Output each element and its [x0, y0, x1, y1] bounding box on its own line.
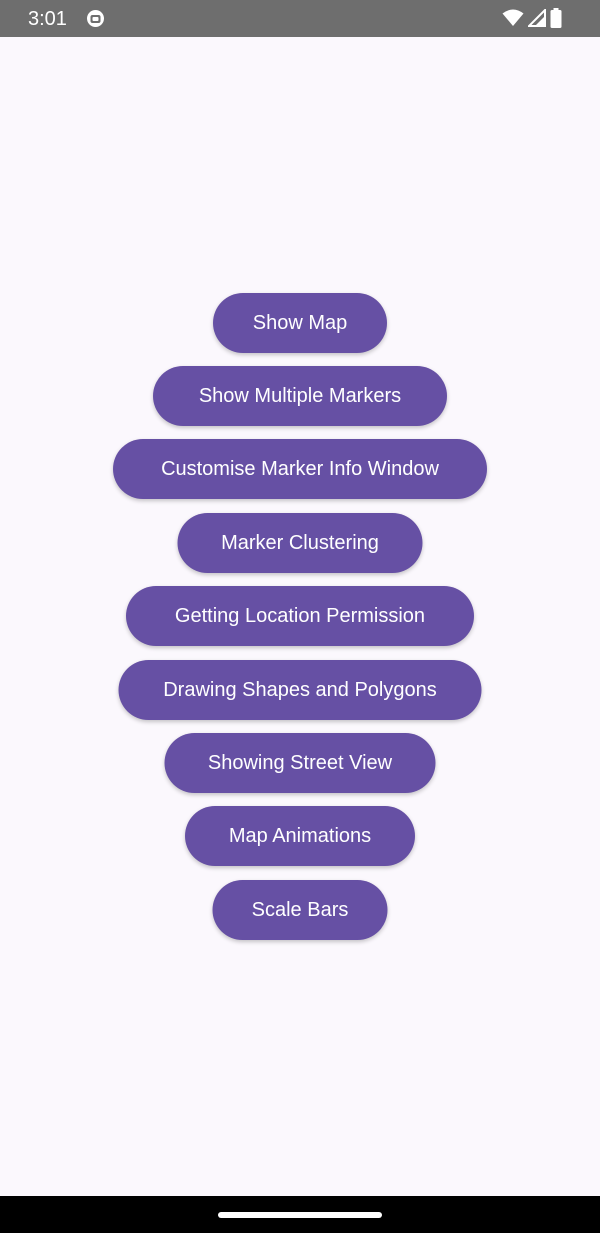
- getting-location-permission-button[interactable]: Getting Location Permission: [126, 586, 474, 646]
- home-gesture-handle[interactable]: [218, 1212, 382, 1218]
- status-icons: [502, 7, 562, 29]
- scale-bars-button[interactable]: Scale Bars: [212, 880, 388, 940]
- marker-clustering-button[interactable]: Marker Clustering: [177, 513, 423, 573]
- battery-icon: [550, 8, 562, 28]
- app-notification-icon: [86, 9, 105, 28]
- cellular-signal-icon: [528, 9, 546, 27]
- status-time: 3:01: [28, 8, 67, 30]
- customise-marker-info-window-button[interactable]: Customise Marker Info Window: [113, 439, 487, 499]
- showing-street-view-button[interactable]: Showing Street View: [164, 733, 436, 793]
- drawing-shapes-and-polygons-button[interactable]: Drawing Shapes and Polygons: [118, 660, 482, 720]
- map-animations-button[interactable]: Map Animations: [185, 806, 415, 866]
- show-map-button[interactable]: Show Map: [213, 293, 387, 353]
- status-bar: 3:01: [0, 0, 600, 37]
- navigation-bar: [0, 1196, 600, 1233]
- show-multiple-markers-button[interactable]: Show Multiple Markers: [153, 366, 447, 426]
- wifi-icon: [502, 9, 524, 27]
